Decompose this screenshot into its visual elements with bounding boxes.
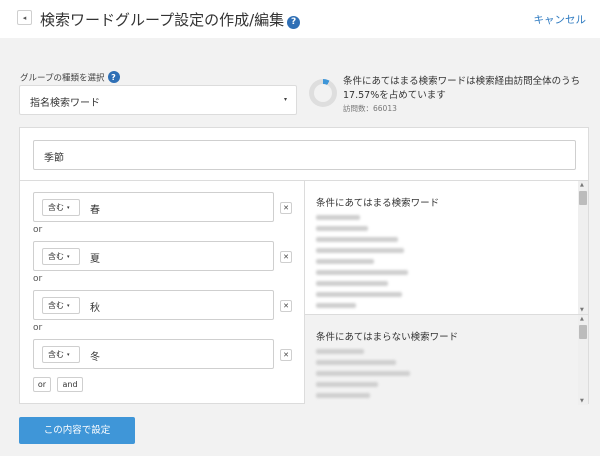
remove-condition-button[interactable]: ✕ bbox=[280, 349, 292, 361]
add-or-button[interactable]: or bbox=[33, 377, 51, 392]
blurred-word bbox=[316, 215, 360, 220]
remove-condition-button[interactable]: ✕ bbox=[280, 202, 292, 214]
condition-row: 含む ▾ 秋 bbox=[33, 290, 274, 320]
blurred-word bbox=[316, 237, 398, 242]
blurred-word bbox=[316, 248, 404, 253]
non-matching-words-title: 条件にあてはまらない検索ワード bbox=[316, 332, 459, 343]
operator-label: 含む bbox=[48, 301, 64, 310]
operator-dropdown[interactable]: 含む ▾ bbox=[42, 199, 80, 216]
condition-row: 含む ▾ 春 bbox=[33, 192, 274, 222]
condition-row: 含む ▾ 夏 bbox=[33, 241, 274, 271]
group-type-label-text: グループの種類を選択 bbox=[20, 73, 105, 84]
add-and-button[interactable]: and bbox=[57, 377, 83, 392]
scroll-thumb[interactable] bbox=[579, 191, 587, 205]
group-name-input[interactable]: 季節 bbox=[33, 140, 576, 170]
blurred-word bbox=[316, 270, 408, 275]
preview-area: 条件にあてはまる検索ワード ▲ ▼ 条件にあてはまらない検索ワード ▲ ▼ bbox=[304, 180, 588, 405]
or-connector: or bbox=[33, 323, 43, 333]
condition-value[interactable]: 冬 bbox=[90, 348, 100, 363]
blurred-word bbox=[316, 382, 378, 387]
operator-dropdown[interactable]: 含む ▾ bbox=[42, 297, 80, 314]
condition-row: 含む ▾ 冬 bbox=[33, 339, 274, 369]
group-type-label: グループの種類を選択? bbox=[20, 71, 120, 84]
blurred-word bbox=[316, 281, 388, 286]
scroll-thumb[interactable] bbox=[579, 325, 587, 339]
remove-condition-button[interactable]: ✕ bbox=[280, 251, 292, 263]
scroll-down-icon[interactable]: ▼ bbox=[580, 398, 584, 404]
blurred-word bbox=[316, 349, 364, 354]
scroll-up-icon[interactable]: ▲ bbox=[580, 316, 584, 322]
chevron-down-icon: ▾ bbox=[67, 352, 70, 358]
condition-panel: 季節 含む ▾ 春 ✕ or 含む ▾ 夏 ✕ or 含む ▾ 秋 ✕ or 含む ▾ … bbox=[19, 127, 589, 405]
help-icon[interactable]: ? bbox=[287, 15, 301, 29]
help-icon[interactable]: ? bbox=[107, 71, 120, 83]
chevron-down-icon: ▾ bbox=[67, 205, 70, 211]
blurred-word bbox=[316, 226, 368, 231]
blurred-word bbox=[316, 393, 370, 398]
share-donut-chart bbox=[309, 79, 337, 107]
blurred-word bbox=[316, 259, 374, 264]
operator-label: 含む bbox=[48, 350, 64, 359]
page-title-text: 検索ワードグループ設定の作成/編集 bbox=[40, 11, 285, 29]
condition-value[interactable]: 春 bbox=[90, 201, 100, 216]
top-bar: ◂ 検索ワードグループ設定の作成/編集? キャンセル bbox=[0, 0, 600, 38]
operator-dropdown[interactable]: 含む ▾ bbox=[42, 248, 80, 265]
blurred-word bbox=[316, 303, 356, 308]
condition-value[interactable]: 夏 bbox=[90, 250, 100, 265]
group-type-select[interactable]: 指名検索ワード ▾ bbox=[19, 85, 297, 115]
condition-value[interactable]: 秋 bbox=[90, 299, 100, 314]
non-matching-words-box: 条件にあてはまらない検索ワード ▲ ▼ bbox=[305, 315, 588, 405]
cancel-link[interactable]: キャンセル bbox=[534, 12, 587, 27]
matching-words-title: 条件にあてはまる検索ワード bbox=[316, 198, 440, 209]
page-title: 検索ワードグループ設定の作成/編集? bbox=[40, 9, 301, 30]
or-connector: or bbox=[33, 225, 43, 235]
matching-scrollbar[interactable]: ▲ ▼ bbox=[578, 181, 588, 314]
scroll-up-icon[interactable]: ▲ bbox=[580, 182, 584, 188]
operator-label: 含む bbox=[48, 252, 64, 261]
back-button[interactable]: ◂ bbox=[17, 10, 32, 25]
submit-button[interactable]: この内容で設定 bbox=[19, 417, 135, 444]
blurred-word bbox=[316, 360, 396, 365]
or-connector: or bbox=[33, 274, 43, 284]
non-matching-scrollbar[interactable]: ▲ ▼ bbox=[578, 315, 588, 405]
blurred-word bbox=[316, 371, 410, 376]
remove-condition-button[interactable]: ✕ bbox=[280, 300, 292, 312]
group-type-selected-value: 指名検索ワード bbox=[30, 98, 100, 109]
operator-dropdown[interactable]: 含む ▾ bbox=[42, 346, 80, 363]
visits-count: 訪問数：66013 bbox=[343, 104, 397, 113]
caret-left-icon: ◂ bbox=[22, 13, 27, 22]
chevron-down-icon: ▾ bbox=[67, 303, 70, 309]
conditions-area: 含む ▾ 春 ✕ or 含む ▾ 夏 ✕ or 含む ▾ 秋 ✕ or 含む ▾ 冬 ✕… bbox=[20, 180, 304, 404]
scroll-down-icon[interactable]: ▼ bbox=[580, 307, 584, 313]
blurred-word bbox=[316, 292, 402, 297]
matching-words-box: 条件にあてはまる検索ワード ▲ ▼ bbox=[305, 181, 588, 315]
chevron-down-icon: ▾ bbox=[283, 96, 287, 103]
summary-text: 条件にあてはまる検索ワードは検索経由訪問全体のうち17.57%を占めています bbox=[343, 76, 581, 101]
operator-label: 含む bbox=[48, 203, 64, 212]
chevron-down-icon: ▾ bbox=[67, 254, 70, 260]
